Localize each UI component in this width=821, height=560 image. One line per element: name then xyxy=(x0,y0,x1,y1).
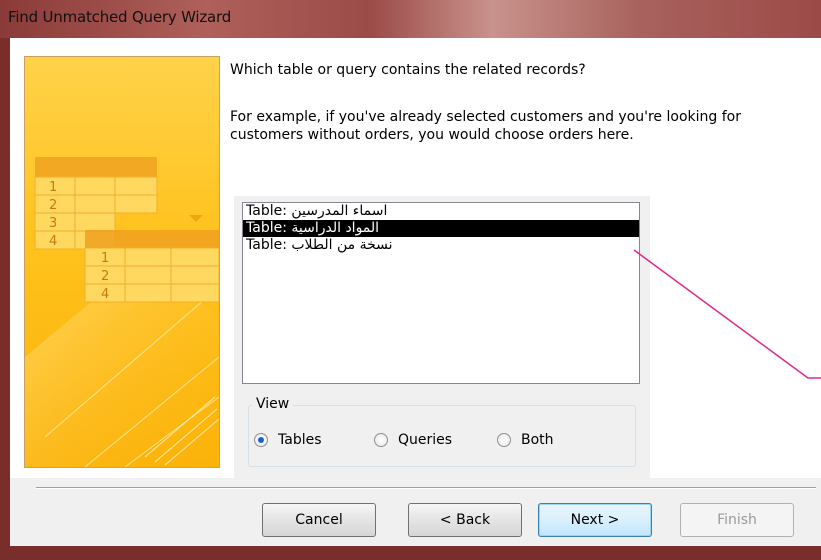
cancel-button[interactable]: Cancel xyxy=(262,503,376,537)
illus-left-row-3: 3 xyxy=(49,216,57,231)
radio-both-label: Both xyxy=(521,432,554,448)
illus-right-row-2: 2 xyxy=(101,269,109,284)
finish-button[interactable]: Finish xyxy=(680,503,794,537)
radio-both[interactable]: Both xyxy=(497,432,554,448)
radio-both-indicator[interactable] xyxy=(497,433,511,447)
list-item[interactable]: Table: اسماء المدرسين xyxy=(243,203,639,220)
window-frame: 1 2 3 4 1 2 4 Which table or query conta… xyxy=(0,38,821,560)
tables-illustration-icon: 1 2 3 4 1 2 4 xyxy=(25,157,219,467)
list-item-prefix: Table: xyxy=(246,203,292,219)
back-button[interactable]: < Back xyxy=(408,503,522,537)
wizard-prompt: Which table or query contains the relate… xyxy=(230,62,586,78)
radio-tables-indicator[interactable] xyxy=(254,433,268,447)
tables-listbox[interactable]: Table: اسماء المدرسين Table: المواد الدر… xyxy=(242,202,640,384)
list-item-prefix: Table: xyxy=(246,220,292,236)
view-group-label: View xyxy=(252,396,294,412)
list-item[interactable]: Table: نسخة من الطلاب xyxy=(243,237,639,254)
radio-tables-label: Tables xyxy=(278,432,322,448)
wizard-illustration: 1 2 3 4 1 2 4 xyxy=(24,56,220,468)
illus-right-row-1: 1 xyxy=(101,251,109,266)
radio-queries-label: Queries xyxy=(398,432,453,448)
wizard-example-text: For example, if you've already selected … xyxy=(230,109,741,143)
radio-queries[interactable]: Queries xyxy=(374,432,452,448)
list-item-prefix: Table: xyxy=(246,237,292,253)
illus-left-row-1: 1 xyxy=(49,180,57,195)
radio-tables[interactable]: Tables xyxy=(254,432,322,448)
list-item-selected[interactable]: Table: المواد الدراسية xyxy=(243,220,639,237)
illus-right-row-3: 4 xyxy=(101,287,109,302)
footer-separator xyxy=(36,487,816,489)
illus-left-row-2: 2 xyxy=(49,198,57,213)
next-button[interactable]: Next > xyxy=(538,503,652,537)
illus-left-row-4: 4 xyxy=(49,234,57,249)
wizard-client: 1 2 3 4 1 2 4 Which table or query conta… xyxy=(10,38,821,546)
list-item-name: اسماء المدرسين xyxy=(291,203,388,219)
window-title: Find Unmatched Query Wizard xyxy=(8,8,232,26)
title-bar[interactable]: Find Unmatched Query Wizard xyxy=(0,0,821,38)
list-item-name: المواد الدراسية xyxy=(291,220,380,236)
radio-queries-indicator[interactable] xyxy=(374,433,388,447)
list-item-name: نسخة من الطلاب xyxy=(291,237,393,253)
